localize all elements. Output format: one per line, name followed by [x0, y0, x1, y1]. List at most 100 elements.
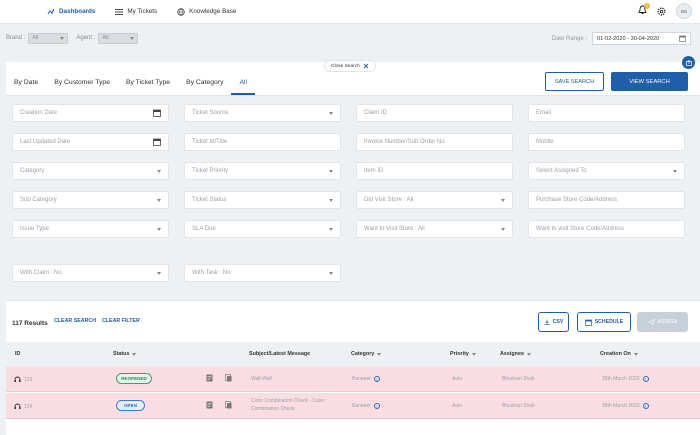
ticket-source-select[interactable]: Ticket Source — [184, 104, 341, 122]
tab-by-category[interactable]: By Category — [178, 79, 231, 95]
view-search-button[interactable]: VIEW SEARCH — [611, 72, 688, 91]
sub-category-select[interactable]: Sub Category — [12, 191, 169, 209]
assigned-to-placeholder: Select Assigned To — [536, 168, 587, 174]
col-header-status[interactable]: Status — [113, 351, 137, 357]
chevron-down-icon — [157, 198, 161, 202]
note-icon[interactable] — [206, 401, 213, 409]
close-icon — [363, 63, 369, 69]
issue-type-select[interactable]: Issue Type — [12, 220, 169, 238]
search-panel: By Date By Customer Type By Ticket Type … — [6, 56, 700, 435]
sla-due-select[interactable]: SLA Due — [184, 220, 341, 238]
ticket-priority-placeholder: Ticket Priority — [192, 168, 229, 174]
created-cell: 28th March 2020 i — [602, 376, 649, 382]
schedule-button[interactable]: SCHEDULE — [577, 312, 631, 332]
col-header-id[interactable]: ID — [15, 351, 20, 357]
col-header-priority[interactable]: Priority — [450, 351, 476, 357]
ticket-source-placeholder: Ticket Source — [192, 110, 229, 116]
note-icon[interactable] — [206, 374, 213, 382]
chevron-down-icon — [157, 169, 161, 173]
close-search-label: Close Search — [331, 63, 360, 69]
top-right-actions: 1 BS — [638, 3, 692, 19]
issue-type-placeholder: Issue Type — [20, 226, 49, 232]
export-fab-button[interactable] — [682, 56, 695, 69]
ticket-status-select[interactable]: Ticket Status — [184, 191, 341, 209]
col-header-creation-on[interactable]: Creation On — [600, 351, 638, 357]
ticket-id-title-field[interactable]: Ticket Id/Title — [184, 133, 341, 151]
category-select[interactable]: Category — [12, 162, 169, 180]
chevron-down-icon — [526, 352, 531, 356]
with-task-select[interactable]: With Task : No — [184, 264, 341, 282]
close-search-button[interactable]: Close Search — [324, 60, 376, 72]
claim-id-field[interactable]: Claim ID — [356, 104, 513, 122]
chevron-down-icon — [633, 352, 638, 356]
chevron-down-icon — [501, 198, 505, 202]
csv-button[interactable]: CSV — [538, 312, 569, 332]
with-claim-select[interactable]: With Claim : No — [12, 264, 169, 282]
assignee-cell: Bhushan Shah — [502, 403, 535, 409]
nav-dashboards[interactable]: Dashboards — [38, 0, 104, 23]
global-filter-bar: Brand : All Agent : All Date Range : 01-… — [0, 24, 700, 52]
want-to-visit-store-select[interactable]: Want to Visit Store : All — [356, 220, 513, 238]
gear-icon[interactable] — [657, 6, 666, 16]
ticket-priority-select[interactable]: Ticket Priority — [184, 162, 341, 180]
col-header-assignee[interactable]: Assignee — [500, 351, 531, 357]
email-placeholder: Email — [536, 110, 552, 116]
tickets-table-header: ID Status Subject/Latest Message Categor… — [6, 342, 700, 366]
info-icon[interactable]: i — [642, 376, 649, 382]
dashboard-icon — [47, 8, 55, 14]
date-range-input[interactable]: 01-02-2020 - 30-04-2020 — [592, 32, 691, 45]
nav-my-tickets-label: My Tickets — [127, 8, 158, 15]
date-range-filter: Date Range : 01-02-2020 - 30-04-2020 — [552, 32, 691, 45]
avatar[interactable]: BS — [676, 3, 692, 19]
globe-icon — [177, 7, 185, 16]
nav-knowledge-base[interactable]: Knowledge Base — [168, 0, 245, 23]
attachment-icon[interactable] — [225, 401, 232, 409]
table-row[interactable]: 124 OPEN Color Combination Check - Color… — [6, 393, 700, 419]
last-updated-date-field[interactable]: Last Updated Date — [12, 133, 169, 151]
item-id-field[interactable]: Item ID — [356, 162, 513, 180]
subject-text: Wall-Wall — [251, 376, 272, 382]
ticket-status-placeholder: Ticket Status — [192, 197, 227, 203]
brand-label: Brand : — [6, 35, 26, 41]
email-field[interactable]: Email — [528, 104, 685, 122]
chevron-down-icon — [60, 36, 65, 40]
with-claim-value: With Claim : No — [20, 270, 62, 276]
attachment-icon[interactable] — [225, 374, 232, 382]
tab-by-ticket-type[interactable]: By Ticket Type — [118, 79, 178, 95]
creation-date-field[interactable]: Creation Date — [12, 104, 169, 122]
headset-icon — [14, 403, 21, 409]
want-to-visit-store-code-placeholder: Want to visit Store Code/Address — [536, 226, 625, 232]
want-to-visit-store-value: Want to Visit Store : All — [364, 226, 425, 232]
priority-text: Auto — [452, 403, 463, 409]
info-icon[interactable]: i — [373, 403, 380, 409]
search-fields: Creation Date Ticket Source Claim ID Ema… — [6, 96, 700, 300]
col-priority-label: Priority — [450, 351, 469, 357]
table-row[interactable]: 123 REOPENED Wall-Wall Baneeer i Auto Bhu… — [6, 366, 700, 392]
calendar-icon — [679, 35, 686, 42]
ticket-id-title-placeholder: Ticket Id/Title — [192, 139, 228, 145]
purchase-store-field[interactable]: Purchase Store Code/Address — [528, 191, 685, 209]
info-icon[interactable]: i — [642, 403, 649, 409]
clear-filter-link[interactable]: CLEAR FILTER — [102, 318, 140, 324]
mobile-field[interactable]: Mobile — [528, 133, 685, 151]
want-to-visit-store-code-field[interactable]: Want to visit Store Code/Address — [528, 220, 685, 238]
notifications-button[interactable]: 1 — [638, 3, 650, 17]
brand-select[interactable]: All — [28, 32, 69, 44]
clear-search-link[interactable]: CLEAR SEARCH — [54, 318, 96, 324]
info-icon[interactable]: i — [373, 376, 380, 382]
tab-by-customer-type[interactable]: By Customer Type — [46, 79, 118, 95]
save-search-button[interactable]: SAVE SEARCH — [545, 72, 604, 91]
assign-button[interactable]: ASSIGN — [637, 312, 688, 332]
ticket-id-cell: 123 — [14, 376, 32, 383]
did-visit-store-select[interactable]: Did Visit Store : All — [356, 191, 513, 209]
col-header-category[interactable]: Category — [351, 351, 382, 357]
tab-all[interactable]: All — [231, 79, 256, 95]
col-header-subject[interactable]: Subject/Latest Message — [249, 351, 310, 357]
brand-select-value: All — [32, 35, 39, 41]
tab-by-date[interactable]: By Date — [6, 79, 46, 95]
agent-select[interactable]: All — [98, 32, 139, 44]
nav-my-tickets[interactable]: My Tickets — [106, 0, 166, 23]
invoice-number-field[interactable]: Invoice Number/Sub Order No — [356, 133, 513, 151]
ticket-id: 123 — [24, 376, 33, 383]
assigned-to-select[interactable]: Select Assigned To — [528, 162, 685, 180]
